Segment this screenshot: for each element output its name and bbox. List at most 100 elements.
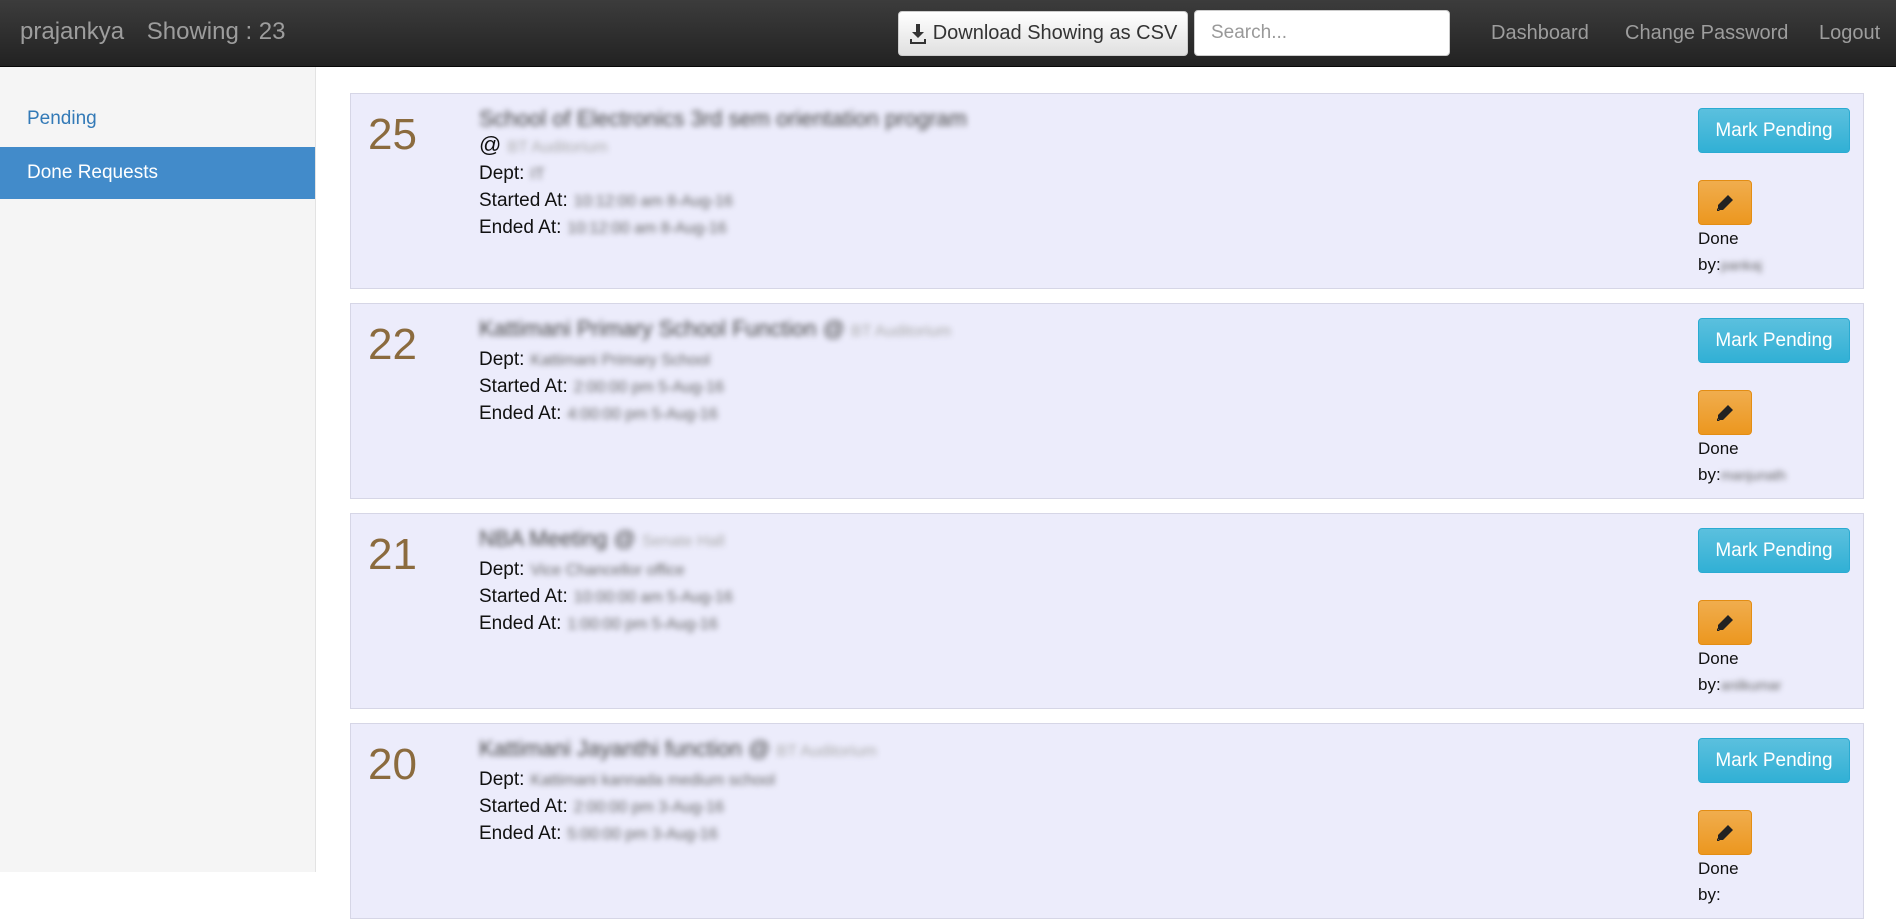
dept-value: Kattimani kannada medium school [530, 772, 775, 789]
done-by: Done by:manjunath [1698, 436, 1786, 488]
dept-label: Dept: [479, 769, 525, 790]
dept-label: Dept: [479, 559, 525, 580]
by-label: by: [1698, 465, 1721, 484]
pencil-icon [1717, 404, 1733, 421]
started-row: Started At: 10:00:00 am 5-Aug-16 [479, 584, 1179, 611]
nav-link-dashboard[interactable]: Dashboard [1491, 22, 1589, 45]
started-label: Started At: [479, 586, 568, 607]
dept-row: Dept: Kattimani Primary School [479, 347, 1179, 374]
ended-value: 1:00:00 pm 5-Aug-16 [567, 616, 718, 633]
done-label: Done [1698, 859, 1739, 878]
by-label: by: [1698, 885, 1721, 904]
started-row: Started At: 10:12:00 am 8-Aug-16 [479, 188, 1179, 215]
request-details: School of Electronics 3rd sem orientatio… [479, 106, 1179, 242]
edit-button[interactable] [1698, 810, 1752, 855]
done-by: Done by:anilkumar [1698, 646, 1781, 698]
ended-value: 10:12:00 am 8-Aug-16 [567, 220, 727, 237]
request-title: Kattimani Jayanthi function @ BT Auditor… [479, 736, 1179, 765]
request-number: 22 [368, 320, 417, 369]
brand[interactable]: prajankya Showing : 23 [20, 18, 286, 46]
edit-button[interactable] [1698, 180, 1752, 225]
request-venue: BT Auditorium [776, 743, 877, 760]
started-value: 2:00:00 pm 5-Aug-16 [573, 379, 725, 396]
mark-pending-button[interactable]: Mark Pending [1698, 318, 1850, 363]
request-details: Kattimani Jayanthi function @ BT Auditor… [479, 736, 1179, 848]
started-row: Started At: 2:00:00 pm 5-Aug-16 [479, 374, 1179, 401]
ended-row: Ended At: 10:12:00 am 8-Aug-16 [479, 215, 1179, 242]
brand-name: prajankya [20, 18, 125, 45]
by-label: by: [1698, 675, 1721, 694]
mark-pending-button[interactable]: Mark Pending [1698, 528, 1850, 573]
dept-value: IT [530, 166, 545, 183]
request-card: 25 School of Electronics 3rd sem orienta… [350, 93, 1864, 289]
ended-label: Ended At: [479, 823, 562, 844]
ended-row: Ended At: 5:00:00 pm 3-Aug-16 [479, 821, 1179, 848]
dept-row: Dept: Kattimani kannada medium school [479, 767, 1179, 794]
sidebar-item-label: Pending [27, 108, 97, 129]
sidebar-item-done-requests[interactable]: Done Requests [0, 147, 315, 199]
dept-value: Kattimani Primary School [530, 352, 711, 369]
nav-link-change-password[interactable]: Change Password [1625, 22, 1788, 45]
request-title: School of Electronics 3rd sem orientatio… [479, 106, 1179, 161]
ended-label: Ended At: [479, 217, 562, 238]
top-navbar: prajankya Showing : 23 Download Showing … [0, 0, 1896, 67]
sidebar-item-label: Done Requests [27, 162, 158, 183]
pencil-icon [1717, 824, 1733, 841]
dept-row: Dept: IT [479, 161, 1179, 188]
dept-row: Dept: Vice Chancellor office [479, 557, 1179, 584]
download-csv-button[interactable]: Download Showing as CSV [898, 11, 1188, 56]
done-by-user: anilkumar [1720, 677, 1782, 693]
edit-button[interactable] [1698, 600, 1752, 645]
mark-pending-button[interactable]: Mark Pending [1698, 738, 1850, 783]
sidebar: Pending Done Requests [0, 67, 316, 872]
nav-link-logout[interactable]: Logout [1819, 22, 1880, 45]
dept-label: Dept: [479, 163, 525, 184]
started-row: Started At: 2:00:00 pm 3-Aug-16 [479, 794, 1179, 821]
by-label: by: [1698, 255, 1721, 274]
request-title-text: Kattimani Jayanthi function @ [479, 736, 771, 761]
done-by-user: pankaj [1720, 257, 1762, 273]
edit-button[interactable] [1698, 390, 1752, 435]
request-number: 21 [368, 530, 417, 579]
done-by: Done by:pankaj [1698, 226, 1762, 278]
started-label: Started At: [479, 796, 568, 817]
request-details: Kattimani Primary School Function @ BT A… [479, 316, 1179, 428]
request-title-text: Kattimani Primary School Function @ [479, 316, 845, 341]
request-card: 20 Kattimani Jayanthi function @ BT Audi… [350, 723, 1864, 919]
request-card: 21 NBA Meeting @ Senate Hall Dept: Vice C… [350, 513, 1864, 709]
download-csv-label: Download Showing as CSV [932, 22, 1178, 44]
ended-label: Ended At: [479, 403, 562, 424]
ended-value: 4:00:00 pm 5-Aug-16 [567, 406, 718, 423]
request-details: NBA Meeting @ Senate Hall Dept: Vice Chan… [479, 526, 1179, 638]
search-input[interactable] [1194, 10, 1450, 56]
started-value: 10:12:00 am 8-Aug-16 [573, 193, 733, 210]
done-by-user: manjunath [1720, 467, 1787, 483]
pencil-icon [1717, 194, 1733, 211]
done-label: Done [1698, 439, 1739, 458]
request-title: Kattimani Primary School Function @ BT A… [479, 316, 1179, 345]
showing-count: Showing : 23 [146, 18, 286, 45]
request-venue: Senate Hall [641, 533, 725, 550]
done-label: Done [1698, 229, 1739, 248]
request-number: 25 [368, 110, 417, 159]
done-label: Done [1698, 649, 1739, 668]
request-number: 20 [368, 740, 417, 789]
at-symbol: @ [479, 132, 502, 157]
download-icon [909, 23, 926, 44]
dept-value: Vice Chancellor office [530, 562, 685, 579]
started-label: Started At: [479, 190, 568, 211]
ended-label: Ended At: [479, 613, 562, 634]
pencil-icon [1717, 614, 1733, 631]
request-title-text: NBA Meeting @ [479, 526, 636, 551]
started-value: 10:00:00 am 5-Aug-16 [573, 589, 733, 606]
done-by: Done by: [1698, 856, 1739, 908]
request-title-text: School of Electronics 3rd sem orientatio… [479, 106, 967, 131]
request-venue: BT Auditorium [851, 323, 952, 340]
ended-row: Ended At: 4:00:00 pm 5-Aug-16 [479, 401, 1179, 428]
ended-value: 5:00:00 pm 3-Aug-16 [567, 826, 718, 843]
sidebar-item-pending[interactable]: Pending [0, 93, 315, 145]
started-label: Started At: [479, 376, 568, 397]
dept-label: Dept: [479, 349, 525, 370]
mark-pending-button[interactable]: Mark Pending [1698, 108, 1850, 153]
request-venue: BT Auditorium [507, 139, 608, 156]
